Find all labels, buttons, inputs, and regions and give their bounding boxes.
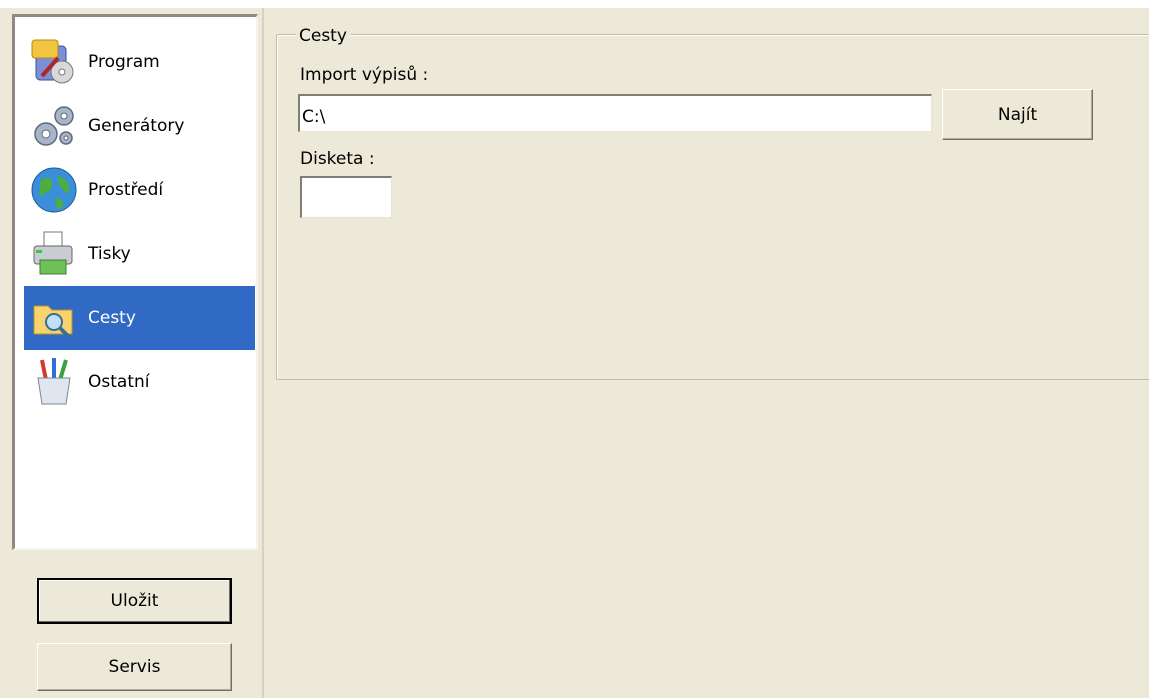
- group-title: Cesty: [296, 27, 351, 45]
- folder-search-icon: [24, 290, 84, 346]
- disk-input[interactable]: [300, 176, 392, 218]
- import-label: Import výpisů :: [300, 65, 429, 85]
- save-button[interactable]: Uložit: [37, 578, 232, 624]
- printer-icon: [24, 226, 84, 282]
- pencil-cup-icon: [24, 354, 84, 410]
- sidebar-item-prostredi[interactable]: Prostředí: [24, 158, 255, 222]
- gears-icon: [24, 98, 84, 154]
- sidebar-item-program[interactable]: Program: [24, 30, 255, 94]
- sidebar-item-cesty[interactable]: Cesty: [24, 286, 255, 350]
- top-strip: [0, 0, 1149, 8]
- globe-icon: [24, 162, 84, 218]
- sidebar-item-label: Generátory: [88, 116, 185, 136]
- sidebar-item-label: Tisky: [88, 244, 131, 264]
- sidebar-item-label: Cesty: [88, 308, 136, 328]
- pane-divider: [262, 8, 264, 698]
- sidebar-item-label: Program: [88, 52, 160, 72]
- paths-groupbox: [276, 34, 1149, 380]
- program-icon: [24, 34, 84, 90]
- find-button[interactable]: Najít: [942, 89, 1093, 140]
- service-button[interactable]: Servis: [37, 643, 232, 691]
- sidebar-item-tisky[interactable]: Tisky: [24, 222, 255, 286]
- sidebar-item-label: Prostředí: [88, 180, 164, 200]
- sidebar-item-label: Ostatní: [88, 372, 150, 392]
- sidebar-item-generatory[interactable]: Generátory: [24, 94, 255, 158]
- sidebar-item-ostatni[interactable]: Ostatní: [24, 350, 255, 414]
- disk-label: Disketa :: [300, 149, 375, 169]
- import-path-input[interactable]: [298, 94, 932, 132]
- settings-category-list[interactable]: Program Generátory Prostředí Tisky Cesty…: [12, 14, 258, 550]
